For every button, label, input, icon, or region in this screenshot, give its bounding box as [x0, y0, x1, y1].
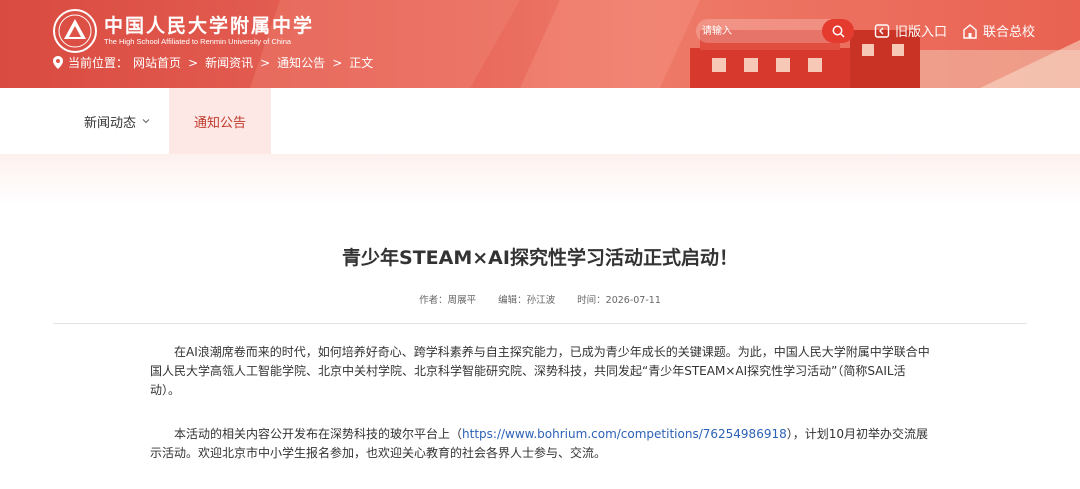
nav-item-label: 通知公告: [193, 115, 246, 131]
article-title: 青少年STEAM×AI探究性学习活动正式启动！: [342, 247, 738, 269]
breadcrumb-separator: >: [332, 55, 343, 70]
article-author: 作者：周展平: [419, 295, 477, 306]
search-icon: [832, 25, 845, 38]
breadcrumb-news[interactable]: 新闻资讯: [205, 54, 253, 71]
competition-link[interactable]: https://www.bohrium.com/competitions/762…: [462, 427, 787, 441]
school-emblem-icon: [53, 9, 97, 53]
article-paragraph: 在AI浪潮席卷而来的时代，如何培养好奇心、跨学科素养与自主探究能力，已成为青少年…: [150, 345, 930, 397]
article-editor: 编辑：孙江波: [498, 295, 556, 306]
breadcrumb-separator: >: [260, 55, 271, 70]
school-building-icon: [963, 23, 977, 39]
divider: [53, 323, 1027, 324]
search-box: [696, 19, 854, 43]
site-header: 中国人民大学附属中学 The High School Affiliated to…: [0, 0, 1080, 88]
old-version-link[interactable]: 旧版入口: [874, 21, 947, 40]
paragraph-text: 本活动的相关内容公开发布在深势科技的玻尔平台上（: [174, 427, 463, 441]
nav-item-notices[interactable]: 通知公告: [169, 88, 271, 154]
school-name-cn: 中国人民大学附属中学: [104, 15, 315, 37]
nav-item-label: 新闻动态: [83, 115, 136, 131]
breadcrumb: 当前位置： 网站首页 > 新闻资讯 > 通知公告 > 正文: [53, 54, 373, 71]
school-logo[interactable]: 中国人民大学附属中学 The High School Affiliated to…: [52, 8, 314, 54]
location-pin-icon: [53, 56, 63, 69]
chevron-down-icon: [142, 119, 150, 124]
article-date: 时间：2026-07-11: [577, 295, 661, 306]
search-button[interactable]: [822, 19, 854, 43]
breadcrumb-separator: >: [188, 55, 199, 70]
old-version-icon: [874, 23, 890, 38]
main-nav: 新闻动态 通知公告: [0, 88, 1080, 154]
schools-link[interactable]: 联合总校: [962, 21, 1035, 40]
article-paragraph: 本活动的相关内容公开发布在深势科技的玻尔平台上（https://www.bohr…: [150, 425, 932, 463]
article-meta: 作者：周展平 编辑：孙江波 时间：2026-07-11: [0, 292, 1080, 306]
search-input[interactable]: [696, 19, 826, 43]
breadcrumb-home[interactable]: 网站首页: [133, 54, 181, 71]
breadcrumb-notices[interactable]: 通知公告: [277, 54, 325, 71]
nav-item-news[interactable]: 新闻动态: [66, 88, 168, 154]
breadcrumb-current: 正文: [349, 56, 374, 70]
old-version-label: 旧版入口: [895, 25, 948, 40]
nav-shadow-band: [0, 154, 1080, 204]
school-name-en: The High School Affiliated to Renmin Uni…: [104, 37, 292, 46]
breadcrumb-prefix: 当前位置：: [68, 56, 129, 70]
schools-label: 联合总校: [983, 25, 1036, 40]
